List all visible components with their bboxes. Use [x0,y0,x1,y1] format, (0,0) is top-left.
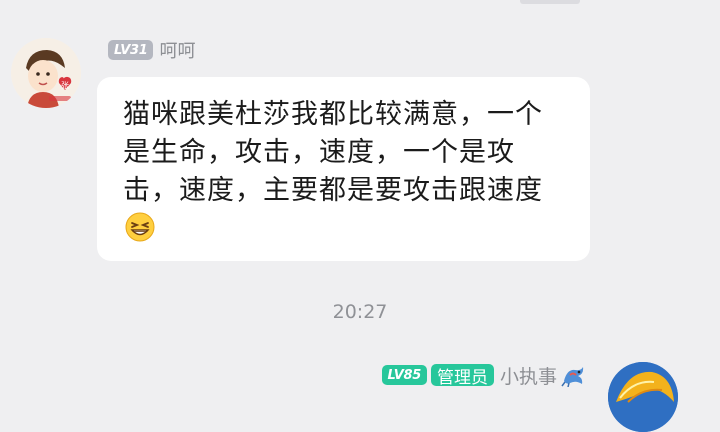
message-bubble[interactable]: 猫咪跟美杜莎我都比较满意，一个是生命，攻击，速度，一个是攻击，速度，主要都是要攻… [97,77,590,261]
level-badge: LV31 [108,40,154,60]
svg-text:张: 张 [61,81,69,90]
sender-name[interactable]: 呵呵 [159,37,195,63]
own-message-meta: LV85 管理员 小执事 [381,362,587,389]
own-sender-name[interactable]: 小执事 [500,362,557,389]
message-timestamp: 20:27 [332,301,388,323]
admin-role-badge: 管理员 [430,364,494,388]
grinning-squint-emoji-icon [125,212,155,242]
dragon-icon [561,363,587,388]
own-avatar[interactable] [608,362,678,432]
previous-message-edge [520,0,580,4]
cartoon-avatar-icon: 张 [11,38,81,108]
sender-meta: LV31 呵呵 [108,38,195,62]
sender-avatar[interactable]: 张 [11,38,81,108]
message-text: 猫咪跟美杜莎我都比较满意，一个是生命，攻击，速度，一个是攻击，速度，主要都是要攻… [123,96,562,248]
user-avatar-icon [608,362,678,432]
level-badge: LV85 [381,365,427,385]
